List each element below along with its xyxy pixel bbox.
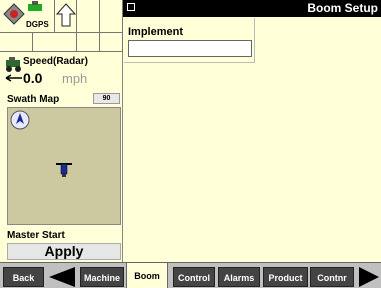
tab-alarms[interactable]: Alarms [218, 267, 260, 287]
back-button[interactable]: Back [3, 267, 44, 287]
status-slot-2[interactable] [100, 0, 123, 33]
status-slot-5[interactable] [77, 33, 100, 52]
status-slot-1[interactable] [77, 0, 100, 33]
gps-status-cell[interactable]: DGPS [0, 0, 55, 33]
next-arrow-icon[interactable] [357, 266, 381, 288]
swath-map-label: Swath Map [7, 94, 60, 105]
left-status-panel: DGPS Speed(Radar) 0.0 mph Swath Map 90 M… [0, 0, 123, 262]
tab-machine[interactable]: Machine [80, 267, 124, 287]
up-arrow-cell[interactable] [55, 0, 77, 33]
bottom-nav-bar: Back Machine Boom Control Alarms Product… [0, 262, 381, 288]
speed-unit: mph [62, 71, 88, 86]
swath-map-view[interactable] [7, 107, 121, 225]
screen-icon [127, 3, 135, 11]
status-slot-3[interactable] [0, 33, 33, 52]
tab-contnr[interactable]: Contnr [310, 267, 354, 287]
status-icon-grid: DGPS [0, 0, 123, 52]
tab-control[interactable]: Control [173, 267, 215, 287]
prev-arrow-icon[interactable] [45, 266, 77, 288]
up-arrow-icon [55, 3, 77, 27]
implement-label: Implement [128, 26, 184, 38]
vehicle-icon [60, 163, 68, 175]
gps-label: DGPS [26, 20, 49, 29]
speed-value: 0.0 [23, 70, 43, 86]
swath-zoom-button[interactable]: 90 [93, 93, 120, 104]
tab-product[interactable]: Product [263, 267, 308, 287]
header-bar: Boom Setup [123, 0, 381, 17]
status-slot-4[interactable] [33, 33, 77, 52]
swath-map-graphics [10, 110, 72, 177]
status-slot-6[interactable] [100, 33, 123, 52]
radar-tractor-icon [5, 57, 22, 82]
boom-setup-screen: DGPS Speed(Radar) 0.0 mph Swath Map 90 M… [0, 0, 381, 288]
implement-field[interactable] [128, 40, 252, 57]
apply-button[interactable]: Apply [7, 243, 121, 260]
master-start-label: Master Start [7, 230, 65, 241]
page-title: Boom Setup [307, 1, 378, 15]
speed-label: Speed(Radar) [23, 56, 89, 67]
tab-boom[interactable]: Boom [126, 263, 168, 288]
